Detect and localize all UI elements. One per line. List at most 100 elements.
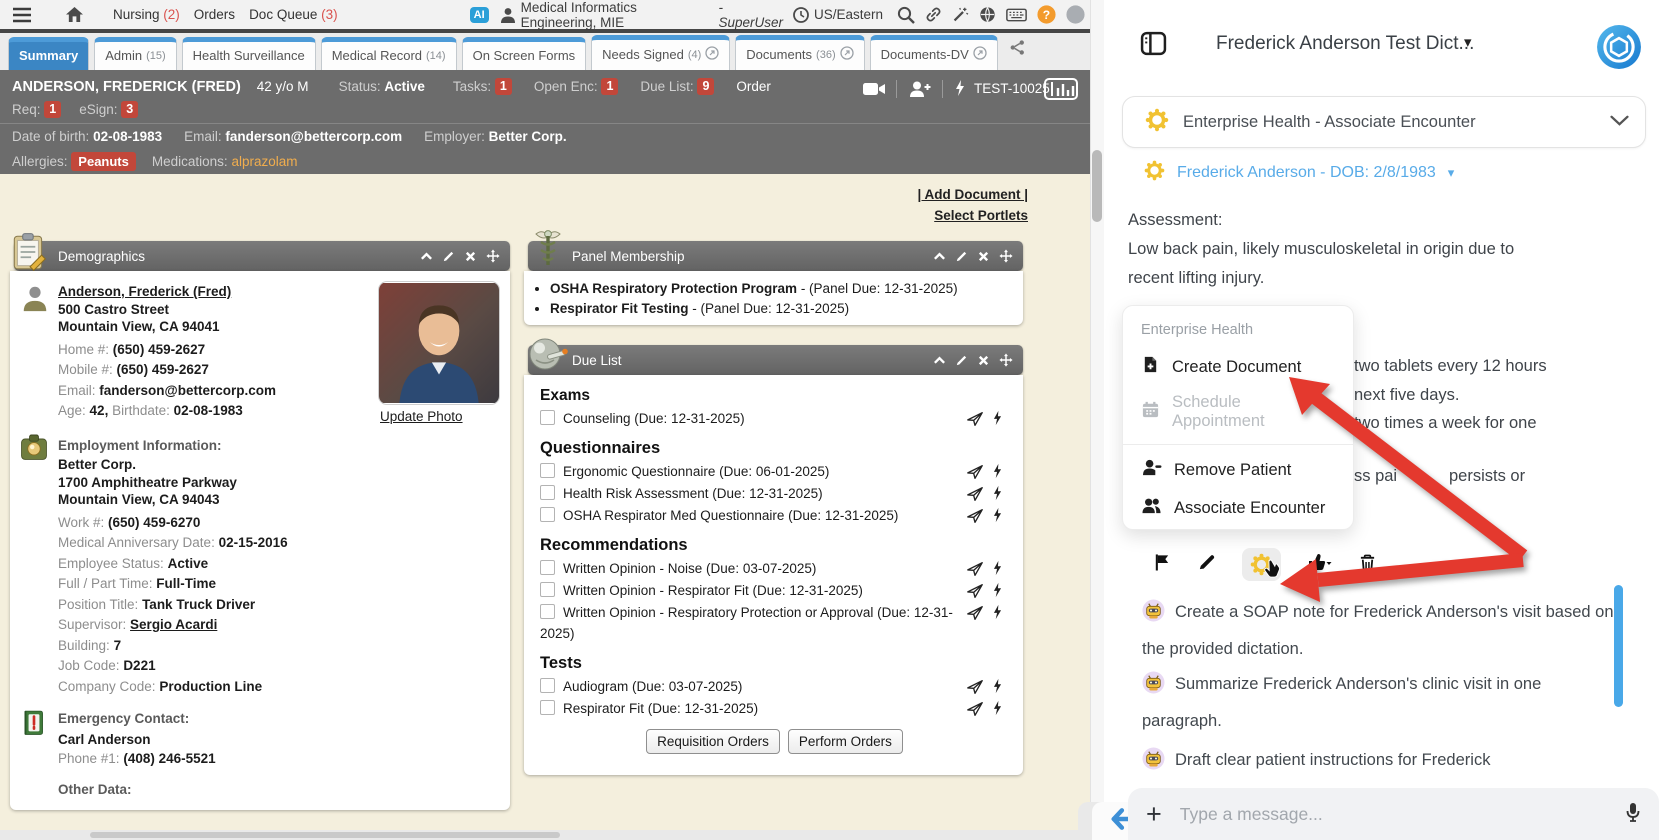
menu-item-associate-encounter[interactable]: Associate Encounter — [1123, 489, 1353, 527]
nav-orders[interactable]: Orders — [194, 7, 235, 22]
tab-admin[interactable]: Admin(15) — [94, 37, 176, 70]
due-list-badge[interactable]: 9 — [697, 78, 714, 95]
tab-documents[interactable]: Documents(36) — [735, 35, 864, 70]
suggested-prompt[interactable]: Create a SOAP note for Frederick Anderso… — [1142, 596, 1617, 665]
menu-item-create-document[interactable]: Create Document — [1123, 348, 1353, 386]
attach-plus-icon[interactable]: + — [1146, 801, 1162, 828]
checkbox[interactable] — [540, 700, 555, 715]
chat-patient-selector[interactable]: Frederick Anderson - DOB: 2/8/1983 ▾ — [1144, 160, 1454, 186]
close-icon[interactable] — [464, 250, 477, 266]
tab-needs-signed[interactable]: Needs Signed(4) — [591, 35, 730, 70]
globe-icon[interactable] — [979, 6, 996, 23]
tasks-count-badge[interactable]: 1 — [495, 78, 512, 95]
checkbox[interactable] — [540, 582, 555, 597]
tab-health-surveillance[interactable]: Health Surveillance — [182, 37, 316, 70]
tab-on-screen-forms[interactable]: On Screen Forms — [462, 37, 587, 70]
medication-link[interactable]: alprazolam — [231, 154, 297, 169]
edit-icon[interactable] — [955, 354, 968, 370]
suggested-prompt[interactable]: Draft clear patient instructions for Fre… — [1142, 744, 1617, 781]
requisition-orders-button[interactable]: Requisition Orders — [646, 729, 780, 754]
keyboard-icon[interactable] — [1006, 8, 1027, 22]
perform-orders-button[interactable]: Perform Orders — [788, 729, 903, 754]
main-vertical-scroll-thumb[interactable] — [1092, 150, 1102, 222]
conversation-title[interactable]: Frederick Anderson Test Dict... — [1216, 33, 1474, 55]
chat-scroll-thumb[interactable] — [1614, 585, 1623, 707]
delete-message-icon[interactable] — [1359, 553, 1376, 577]
patient-name-link[interactable]: Anderson, Frederick (Fred) — [58, 284, 231, 299]
edit-icon[interactable] — [442, 250, 455, 266]
ai-badge[interactable]: AI — [470, 7, 489, 23]
checkbox[interactable] — [540, 485, 555, 500]
checkbox[interactable] — [540, 604, 555, 619]
esign-badge[interactable]: 3 — [121, 101, 138, 118]
open-enc-badge[interactable]: 1 — [601, 78, 618, 95]
select-portlets-link[interactable]: Select Portlets — [934, 208, 1028, 223]
edit-message-icon[interactable] — [1197, 553, 1216, 577]
checkbox[interactable] — [540, 463, 555, 478]
chart-metrics-icon[interactable] — [1044, 78, 1078, 103]
menu-item-schedule-appointment[interactable]: Schedule Appointment — [1123, 386, 1353, 438]
wand-icon[interactable] — [952, 6, 969, 23]
update-photo-link[interactable]: Update Photo — [380, 409, 463, 424]
send-order-icon[interactable] — [966, 507, 984, 531]
suggested-prompt[interactable]: Summarize Frederick Anderson's clinic vi… — [1142, 668, 1617, 737]
collapse-icon[interactable] — [933, 250, 946, 266]
move-icon[interactable] — [486, 249, 500, 266]
video-visit-icon[interactable] — [862, 81, 886, 100]
agent-selector[interactable]: Enterprise Health - Associate Encounter — [1122, 96, 1646, 148]
tab-documents-dv[interactable]: Documents-DV — [870, 35, 998, 70]
main-horizontal-scroll-thumb[interactable] — [90, 832, 560, 838]
nav-nursing[interactable]: Nursing (2) — [113, 7, 180, 22]
checkbox[interactable] — [540, 507, 555, 522]
quick-action-bolt-icon[interactable] — [954, 79, 966, 100]
close-icon[interactable] — [977, 250, 990, 266]
flag-icon[interactable] — [1154, 552, 1171, 577]
tab-summary[interactable]: Summary — [8, 37, 89, 70]
timezone-label[interactable]: US/Eastern — [814, 7, 883, 22]
req-badge[interactable]: 1 — [44, 101, 61, 118]
chat-message-input[interactable] — [1178, 803, 1609, 826]
nav-doc-queue[interactable]: Doc Queue (3) — [249, 7, 338, 22]
edit-icon[interactable] — [955, 250, 968, 266]
checkbox[interactable] — [540, 678, 555, 693]
tab-medical-record[interactable]: Medical Record(14) — [321, 37, 457, 70]
link-icon[interactable] — [925, 6, 942, 23]
feedback-thumbs-icon[interactable] — [1307, 552, 1333, 577]
add-document-link[interactable]: | Add Document | — [917, 187, 1028, 202]
chevron-down-icon[interactable] — [1610, 113, 1629, 131]
perform-bolt-icon[interactable] — [992, 700, 1003, 724]
due-list-portlet-header[interactable]: Due List — [528, 345, 1023, 375]
collapse-icon[interactable] — [420, 250, 433, 266]
help-icon[interactable]: ? — [1037, 5, 1056, 24]
add-person-icon[interactable] — [908, 80, 932, 101]
send-order-icon[interactable] — [966, 604, 984, 628]
main-vertical-scrollbar[interactable] — [1090, 0, 1105, 840]
popout-icon[interactable] — [973, 46, 987, 63]
home-icon[interactable] — [65, 6, 84, 23]
move-icon[interactable] — [999, 353, 1013, 370]
agent-actions-gear-button[interactable] — [1242, 548, 1281, 581]
perform-bolt-icon[interactable] — [992, 410, 1003, 434]
conversation-caret-icon[interactable]: ▾ — [1464, 33, 1472, 51]
perform-bolt-icon[interactable] — [992, 507, 1003, 531]
checkbox[interactable] — [540, 560, 555, 575]
sidebar-toggle-icon[interactable] — [1140, 30, 1167, 62]
close-icon[interactable] — [977, 354, 990, 370]
send-order-icon[interactable] — [966, 700, 984, 724]
perform-bolt-icon[interactable] — [992, 604, 1003, 628]
checkbox[interactable] — [540, 410, 555, 425]
search-icon[interactable] — [897, 6, 915, 24]
allergy-badge[interactable]: Peanuts — [71, 152, 136, 171]
share-tabs-icon[interactable] — [1009, 39, 1026, 61]
popout-icon[interactable] — [705, 46, 719, 63]
panel-membership-portlet-header[interactable]: Panel Membership — [528, 241, 1023, 271]
avatar-circle-icon[interactable] — [1066, 5, 1085, 24]
move-icon[interactable] — [999, 249, 1013, 266]
popout-icon[interactable] — [840, 46, 854, 63]
demographics-portlet-header[interactable]: Demographics — [14, 241, 510, 271]
collapse-icon[interactable] — [933, 354, 946, 370]
hamburger-menu-icon[interactable] — [12, 7, 32, 23]
patient-caret-icon[interactable]: ▾ — [1448, 165, 1455, 181]
menu-item-remove-patient[interactable]: Remove Patient — [1123, 451, 1353, 489]
supervisor-link[interactable]: Sergio Acardi — [130, 617, 217, 632]
